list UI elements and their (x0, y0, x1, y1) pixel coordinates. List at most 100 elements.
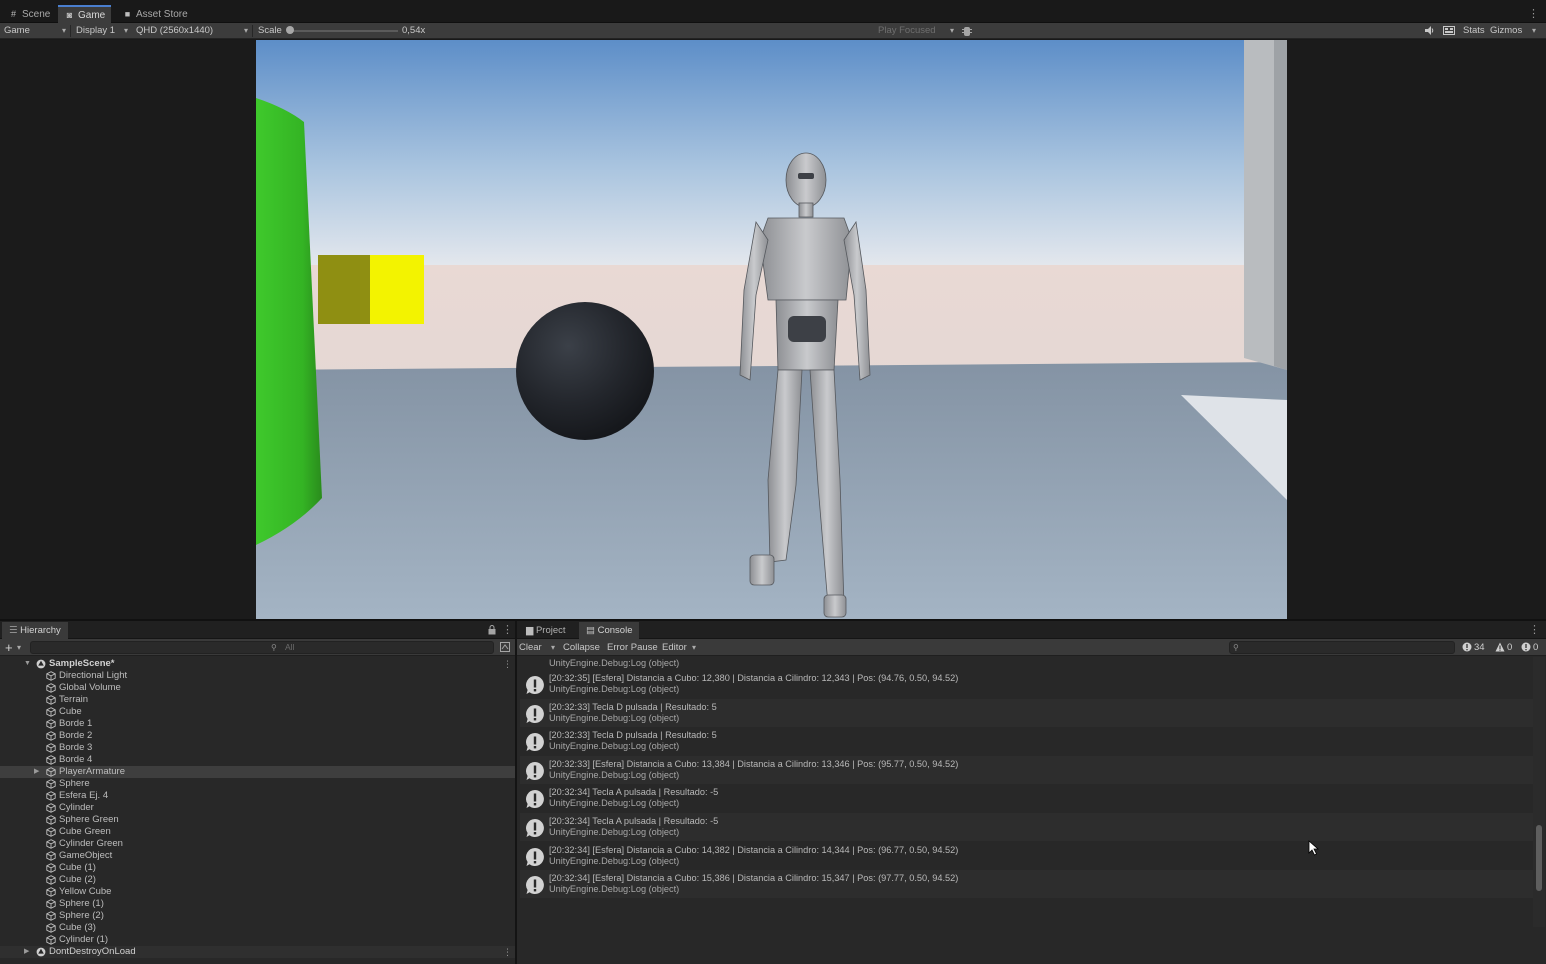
gizmos-dropdown[interactable]: Gizmos (1490, 23, 1538, 39)
tab-menu-kebab-icon[interactable]: ⋮ (1528, 9, 1539, 20)
tab-hierarchy[interactable]: ☰ Hierarchy (2, 622, 68, 639)
hierarchy-item[interactable]: Cylinder (1) (0, 934, 515, 946)
console-menu-kebab-icon[interactable]: ⋮ (1529, 625, 1540, 636)
console-log-entry[interactable]: [20:32:34] Tecla A pulsada | Resultado: … (520, 784, 1533, 812)
create-dropdown-chevron-down-icon[interactable]: ▾ (17, 639, 21, 656)
play-mode-dropdown[interactable]: Play Focused (876, 23, 956, 39)
scene-menu-kebab-icon[interactable]: ⋮ (503, 659, 512, 670)
hierarchy-item[interactable]: Terrain (0, 694, 515, 706)
hierarchy-item[interactable]: Cube (0, 706, 515, 718)
console-icon: ▤ (586, 625, 598, 636)
hierarchy-item[interactable]: Cube (1) (0, 862, 515, 874)
hierarchy-item[interactable]: Esfera Ej. 4 (0, 790, 515, 802)
warning-count-toggle[interactable]: 0 (1495, 639, 1512, 656)
hierarchy-item[interactable]: Borde 3 (0, 742, 515, 754)
hierarchy-tabbar: ☰ Hierarchy ⋮ (0, 621, 515, 639)
log-count-toggle[interactable]: 34 (1462, 639, 1485, 656)
mute-audio-icon[interactable] (1424, 25, 1435, 37)
game-viewport[interactable] (256, 40, 1287, 619)
hierarchy-dont-destroy-root[interactable]: ▶ DontDestroyOnLoad (0, 946, 515, 958)
console-panel: ▆ Project ▤ Console ⋮ Clear Collapse Err… (517, 621, 1546, 964)
tab-asset-store[interactable]: ■ Asset Store (116, 5, 194, 23)
view-mode-dropdown[interactable]: Game (2, 23, 68, 39)
hierarchy-item-label: Directional Light (59, 670, 128, 681)
create-plus-icon[interactable]: + (5, 639, 13, 656)
hierarchy-menu-kebab-icon[interactable]: ⋮ (502, 625, 513, 636)
log-message: [20:32:33] Tecla D pulsada | Resultado: … (549, 701, 717, 712)
log-message: [20:32:34] Tecla A pulsada | Resultado: … (549, 816, 719, 826)
scene-visibility-icon[interactable] (500, 642, 510, 655)
log-source: UnityEngine.Debug:Log (object) (549, 855, 680, 866)
tab-scene[interactable]: # Scene (2, 5, 56, 23)
console-search-input[interactable]: ⚲ (1229, 641, 1455, 654)
dont-destroy-menu-kebab-icon[interactable]: ⋮ (503, 947, 512, 958)
unity-scene-icon (36, 947, 46, 957)
collapse-toggle[interactable]: Collapse (563, 639, 600, 656)
clear-button[interactable]: Clear (519, 639, 557, 656)
console-log-entry[interactable]: [20:32:35] [Esfera] Distancia a Cubo: 12… (520, 670, 1533, 698)
info-icon (1462, 642, 1472, 652)
hierarchy-item[interactable]: Borde 4 (0, 754, 515, 766)
console-log-entry[interactable]: [20:32:33] Tecla D pulsada | Resultado: … (520, 698, 1533, 727)
scale-slider-handle[interactable] (286, 26, 294, 34)
gameobject-cube-icon (46, 683, 56, 693)
scale-slider-track[interactable] (288, 30, 398, 32)
hierarchy-item[interactable]: Sphere (0, 778, 515, 790)
stats-button[interactable]: Stats (1463, 23, 1485, 39)
console-entry-partial[interactable]: UnityEngine.Debug:Log (object) (520, 657, 1533, 669)
display-dropdown[interactable]: Display 1 (74, 23, 130, 39)
console-log-entry[interactable]: [20:32:34] Tecla A pulsada | Resultado: … (520, 813, 1533, 841)
log-source: UnityEngine.Debug:Log (object) (549, 712, 680, 723)
console-log-entry[interactable]: [20:32:34] [Esfera] Distancia a Cubo: 15… (520, 870, 1533, 899)
hierarchy-item-label: Sphere Green (59, 814, 119, 825)
error-pause-toggle[interactable]: Error Pause (607, 639, 658, 656)
game-render (256, 40, 1287, 619)
bug-icon[interactable] (962, 25, 972, 37)
lock-icon[interactable] (488, 625, 496, 638)
console-scrollbar[interactable] (1533, 657, 1545, 927)
hierarchy-item[interactable]: GameObject (0, 850, 515, 862)
hierarchy-item[interactable]: Borde 1 (0, 718, 515, 730)
editor-target-dropdown[interactable]: Editor (662, 639, 698, 656)
gameobject-cube-icon (46, 731, 56, 741)
gameobject-cube-icon (46, 779, 56, 789)
hierarchy-item[interactable]: Sphere (1) (0, 898, 515, 910)
hierarchy-item[interactable]: Directional Light (0, 670, 515, 682)
expand-chevron-right-icon[interactable]: ▶ (34, 766, 39, 778)
hierarchy-item[interactable]: Cube Green (0, 826, 515, 838)
hierarchy-item[interactable]: Sphere (2) (0, 910, 515, 922)
resolution-dropdown[interactable]: QHD (2560x1440) (134, 23, 250, 39)
tab-console[interactable]: ▤ Console (579, 622, 640, 639)
error-count-toggle[interactable]: 0 (1521, 639, 1538, 656)
tab-game[interactable]: ◙ Game (58, 5, 112, 23)
gameobject-cube-icon (46, 887, 56, 897)
hierarchy-item[interactable]: ▶ PlayerArmature (0, 766, 515, 778)
grid-icon: # (10, 9, 16, 19)
console-log-entry[interactable]: [20:32:34] [Esfera] Distancia a Cubo: 14… (520, 842, 1533, 870)
gameobject-cube-icon (46, 719, 56, 729)
console-log-entry[interactable]: [20:32:33] Tecla D pulsada | Resultado: … (520, 727, 1533, 755)
hierarchy-item[interactable]: Yellow Cube (0, 886, 515, 898)
hierarchy-item[interactable]: Global Volume (0, 682, 515, 694)
gameobject-cube-icon (46, 707, 56, 717)
expand-chevron-right-icon[interactable]: ▶ (24, 946, 29, 958)
hierarchy-search-input[interactable]: ⚲ All (30, 641, 494, 654)
hierarchy-item[interactable]: Cylinder (0, 802, 515, 814)
hierarchy-item[interactable]: Sphere Green (0, 814, 515, 826)
hierarchy-item-label: Cylinder Green (59, 838, 123, 849)
hierarchy-panel: ☰ Hierarchy ⋮ + ▾ ⚲ All ▼ SampleScene* Dir… (0, 621, 515, 964)
shortcuts-icon[interactable] (1443, 25, 1455, 37)
hierarchy-scene-root[interactable]: ▼ SampleScene* (0, 658, 515, 670)
console-scrollbar-thumb[interactable] (1536, 825, 1542, 891)
hierarchy-item[interactable]: Borde 2 (0, 730, 515, 742)
console-log-entry[interactable]: [20:32:33] [Esfera] Distancia a Cubo: 13… (520, 755, 1533, 784)
expand-chevron-down-icon[interactable]: ▼ (24, 658, 31, 670)
game-view-toolbar: Game Display 1 QHD (2560x1440) Scale 0,5… (0, 23, 1546, 39)
log-source: UnityEngine.Debug:Log (object) (549, 741, 680, 752)
tab-project[interactable]: ▆ Project (519, 622, 573, 639)
hierarchy-item-label: Borde 3 (59, 742, 93, 753)
hierarchy-item[interactable]: Cube (3) (0, 922, 515, 934)
hierarchy-item[interactable]: Cube (2) (0, 874, 515, 886)
hierarchy-item[interactable]: Cylinder Green (0, 838, 515, 850)
hierarchy-item-label: Cylinder (59, 802, 94, 813)
